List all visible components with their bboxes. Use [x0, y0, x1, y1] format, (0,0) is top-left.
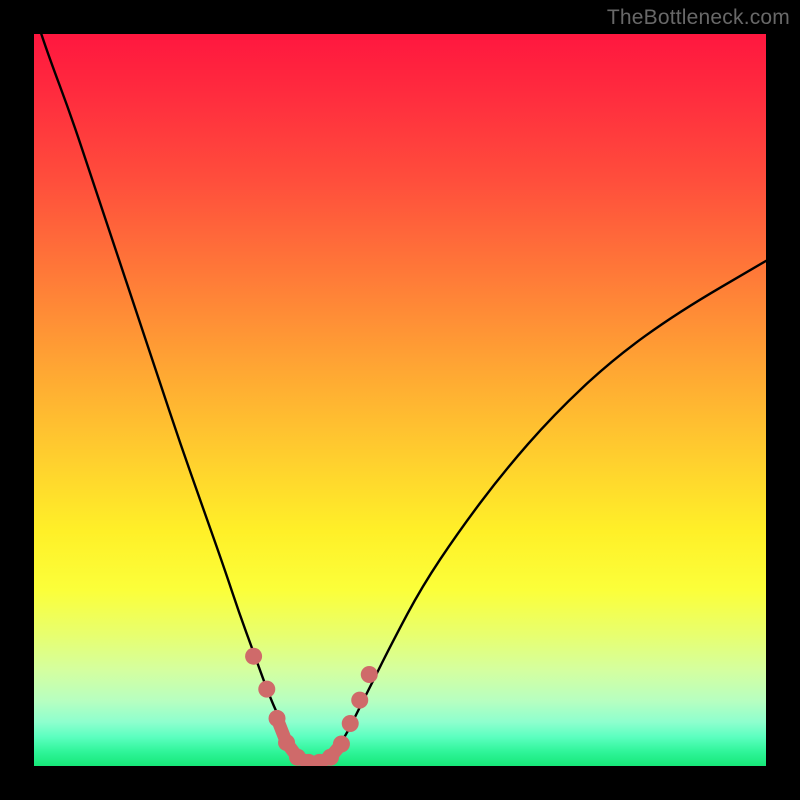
marker-dot [342, 715, 359, 732]
watermark-text: TheBottleneck.com [607, 6, 790, 30]
marker-dot [278, 734, 295, 751]
marker-dot [322, 749, 339, 766]
marker-dot [361, 666, 378, 683]
marker-dot [351, 692, 368, 709]
markers-group [245, 648, 378, 766]
chart-overlay [34, 34, 766, 766]
marker-dot [333, 736, 350, 753]
marker-dot [245, 648, 262, 665]
plot-area [34, 34, 766, 766]
chart-frame: TheBottleneck.com [0, 0, 800, 800]
marker-dot [269, 710, 286, 727]
marker-dot [258, 681, 275, 698]
bottleneck-curve [34, 34, 766, 762]
